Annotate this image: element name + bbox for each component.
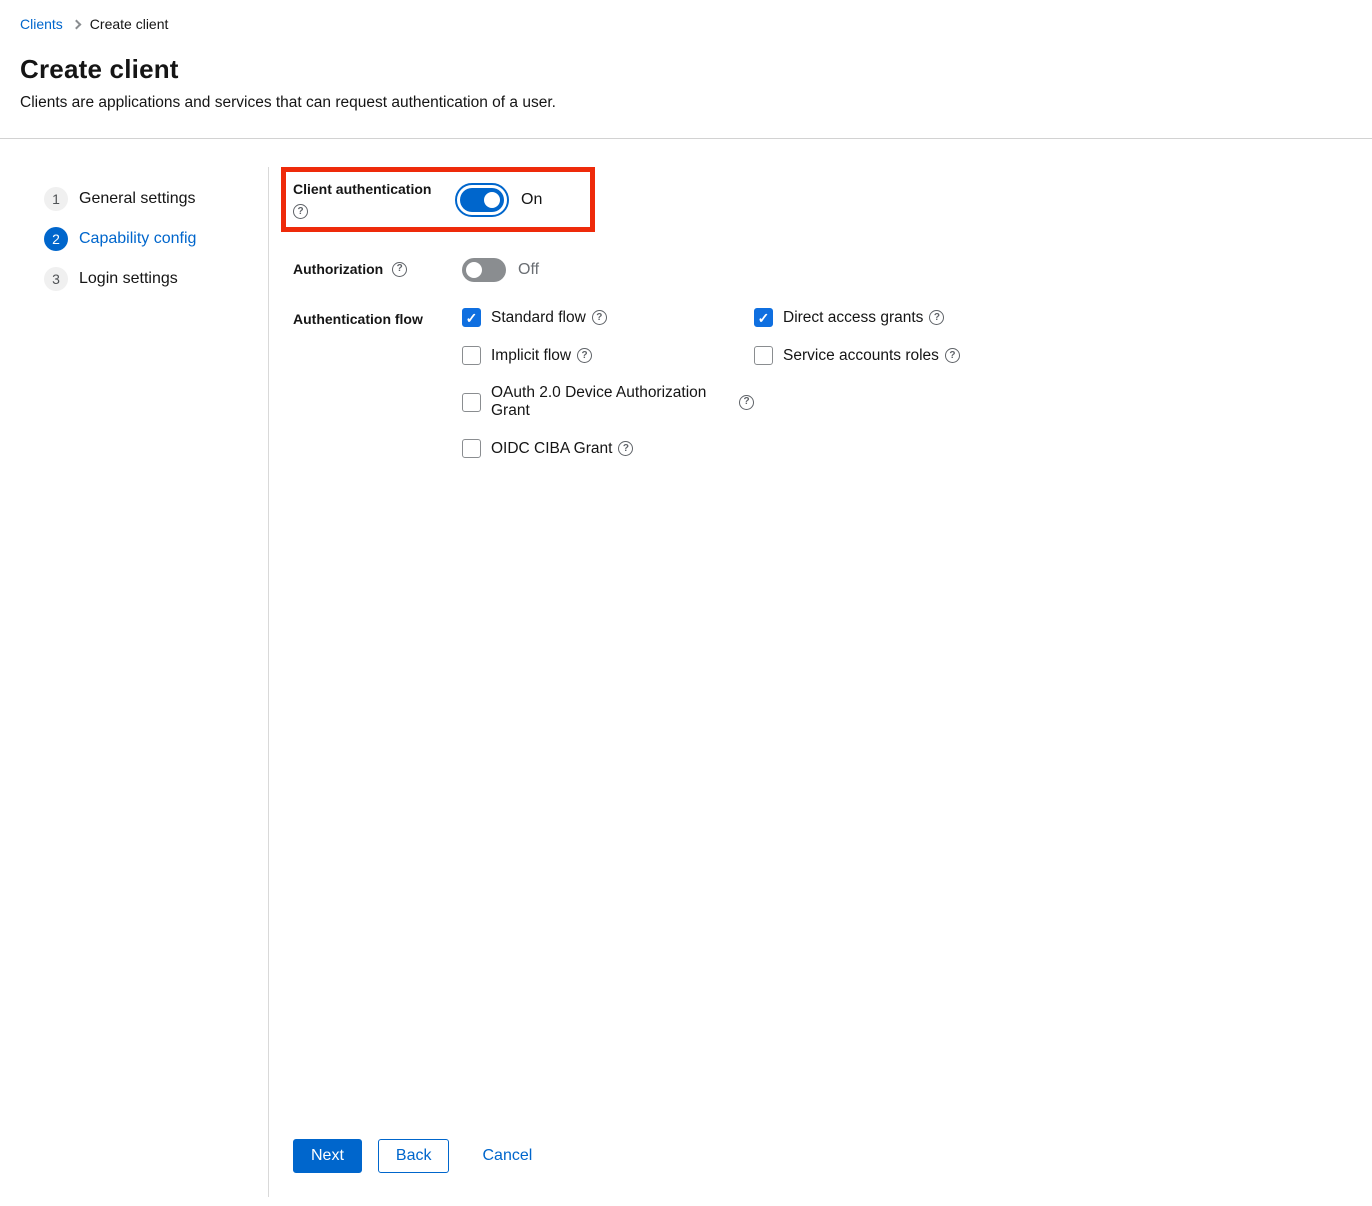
toggle-focus-ring: [455, 183, 509, 217]
client-authentication-toggle[interactable]: [460, 188, 504, 212]
authentication-flow-options: Standard flow Direct access grants Impli…: [462, 308, 960, 458]
wizard-step-general-settings[interactable]: 1 General settings: [44, 187, 268, 211]
help-icon[interactable]: [592, 310, 607, 325]
client-authentication-state: On: [521, 191, 542, 209]
authentication-flow-label-group: Authentication flow: [293, 308, 462, 327]
client-authentication-control: On: [455, 181, 542, 219]
checkbox-label: Implicit flow: [491, 347, 571, 365]
cancel-button[interactable]: Cancel: [482, 1140, 532, 1172]
option-oauth-device-grant[interactable]: OAuth 2.0 Device Authorization Grant: [462, 384, 754, 420]
client-authentication-label-group: Client authentication: [293, 181, 455, 219]
authentication-flow-label: Authentication flow: [293, 311, 423, 327]
breadcrumb-current: Create client: [90, 16, 169, 32]
checkbox[interactable]: [754, 346, 773, 365]
checkbox-label: Standard flow: [491, 309, 586, 327]
annotation-highlight-box: Client authentication On: [281, 167, 595, 232]
option-standard-flow[interactable]: Standard flow: [462, 308, 754, 327]
wizard-step-label: General settings: [79, 190, 196, 208]
help-icon[interactable]: [618, 441, 633, 456]
checkbox[interactable]: [462, 346, 481, 365]
authorization-state: Off: [518, 261, 539, 279]
step-number-badge: 3: [44, 267, 68, 291]
step-number-badge: 1: [44, 187, 68, 211]
authorization-label: Authorization: [293, 261, 383, 277]
help-icon[interactable]: [392, 262, 407, 277]
checkbox-label: Service accounts roles: [783, 347, 939, 365]
page-header: Clients Create client Create client Clie…: [0, 0, 1372, 139]
wizard-step-label: Capability config: [79, 230, 196, 248]
checkbox[interactable]: [462, 308, 481, 327]
back-button[interactable]: Back: [378, 1139, 450, 1173]
help-icon[interactable]: [739, 395, 754, 410]
authentication-flow-row: Authentication flow Standard flow Direct…: [293, 308, 1372, 458]
authorization-row: Authorization Off: [293, 258, 1372, 282]
help-icon[interactable]: [929, 310, 944, 325]
wizard-step-login-settings[interactable]: 3 Login settings: [44, 267, 268, 291]
checkbox[interactable]: [462, 393, 481, 412]
client-authentication-label: Client authentication: [293, 181, 455, 197]
option-direct-access-grants[interactable]: Direct access grants: [754, 308, 960, 327]
breadcrumb-clients-link[interactable]: Clients: [20, 16, 63, 32]
option-implicit-flow[interactable]: Implicit flow: [462, 346, 754, 365]
step-number-badge: 2: [44, 227, 68, 251]
option-oidc-ciba-grant[interactable]: OIDC CIBA Grant: [462, 439, 754, 458]
page-subtitle: Clients are applications and services th…: [20, 94, 1352, 112]
checkbox-label: Direct access grants: [783, 309, 923, 327]
checkbox[interactable]: [754, 308, 773, 327]
breadcrumb: Clients Create client: [20, 16, 1352, 32]
checkbox[interactable]: [462, 439, 481, 458]
help-icon[interactable]: [293, 204, 308, 219]
checkbox-label: OAuth 2.0 Device Authorization Grant: [491, 384, 733, 420]
authorization-label-group: Authorization: [293, 258, 462, 277]
capability-config-form: Client authentication On Authorization: [269, 167, 1372, 1197]
help-icon[interactable]: [577, 348, 592, 363]
next-button[interactable]: Next: [293, 1139, 362, 1173]
toggle-knob: [466, 262, 482, 278]
option-service-accounts-roles[interactable]: Service accounts roles: [754, 346, 960, 365]
wizard-nav: 1 General settings 2 Capability config 3…: [0, 167, 269, 1197]
authorization-toggle[interactable]: [462, 258, 506, 282]
wizard-actions: Next Back Cancel: [293, 1139, 532, 1173]
help-icon[interactable]: [945, 348, 960, 363]
wizard-step-capability-config[interactable]: 2 Capability config: [44, 227, 268, 251]
create-client-page: Clients Create client Create client Clie…: [0, 0, 1372, 1206]
checkbox-label: OIDC CIBA Grant: [491, 440, 612, 458]
wizard-step-label: Login settings: [79, 270, 178, 288]
chevron-right-icon: [71, 20, 81, 30]
main-area: 1 General settings 2 Capability config 3…: [0, 167, 1372, 1197]
page-title: Create client: [20, 54, 1352, 85]
authorization-control: Off: [462, 258, 539, 282]
toggle-knob: [484, 192, 500, 208]
